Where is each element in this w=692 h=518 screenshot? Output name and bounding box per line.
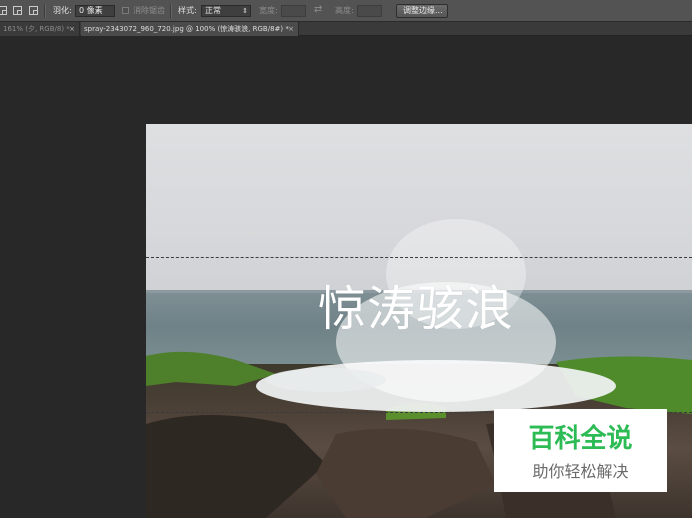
divider: [44, 4, 46, 18]
style-label: 样式:: [178, 6, 197, 15]
new-selection-icon[interactable]: [0, 6, 7, 15]
select-arrows-icon: ⇕: [242, 7, 248, 15]
subtract-from-selection-icon[interactable]: [29, 6, 38, 15]
rock-left: [146, 415, 326, 518]
width-label: 宽度:: [259, 6, 278, 15]
antialias-label: 消除锯齿: [133, 6, 165, 15]
swap-width-height-icon[interactable]: ⇄: [314, 4, 322, 16]
document-tab-2[interactable]: spray-2343072_960_720.jpg @ 100% (惊涛骇浪, …: [81, 22, 299, 36]
document-tab-bar: 161% (夕, RGB/8) * × spray-2343072_960_72…: [0, 22, 692, 36]
tab-label: 161% (夕, RGB/8) *: [3, 25, 70, 33]
width-input[interactable]: [281, 5, 306, 17]
document-tab-1[interactable]: 161% (夕, RGB/8) * ×: [0, 22, 80, 36]
watermark-title: 百科全说: [528, 424, 633, 454]
antialias-checkbox[interactable]: [122, 7, 129, 14]
style-select-value: 正常: [205, 6, 221, 15]
feather-input[interactable]: 0 像素: [75, 5, 115, 17]
rock-center: [316, 428, 496, 518]
selection-marquee: [146, 257, 692, 413]
height-input[interactable]: [357, 5, 382, 17]
feather-label: 羽化:: [53, 6, 72, 15]
height-label: 高度:: [335, 6, 354, 15]
refine-edge-button[interactable]: 调整边缘...: [396, 4, 448, 18]
options-bar: 羽化: 0 像素 消除锯齿 样式: 正常 ⇕ 宽度: ⇄ 高度: 调整边缘...: [0, 0, 692, 22]
watermark-subtitle: 助你轻松解决: [532, 462, 629, 481]
add-to-selection-icon[interactable]: [13, 6, 22, 15]
style-select[interactable]: 正常 ⇕: [201, 5, 251, 17]
divider: [170, 4, 172, 18]
watermark-logo: 百科全说 助你轻松解决: [494, 409, 667, 492]
tab-label: spray-2343072_960_720.jpg @ 100% (惊涛骇浪, …: [84, 25, 289, 33]
close-icon[interactable]: ×: [69, 22, 75, 36]
close-icon[interactable]: ×: [288, 22, 294, 36]
